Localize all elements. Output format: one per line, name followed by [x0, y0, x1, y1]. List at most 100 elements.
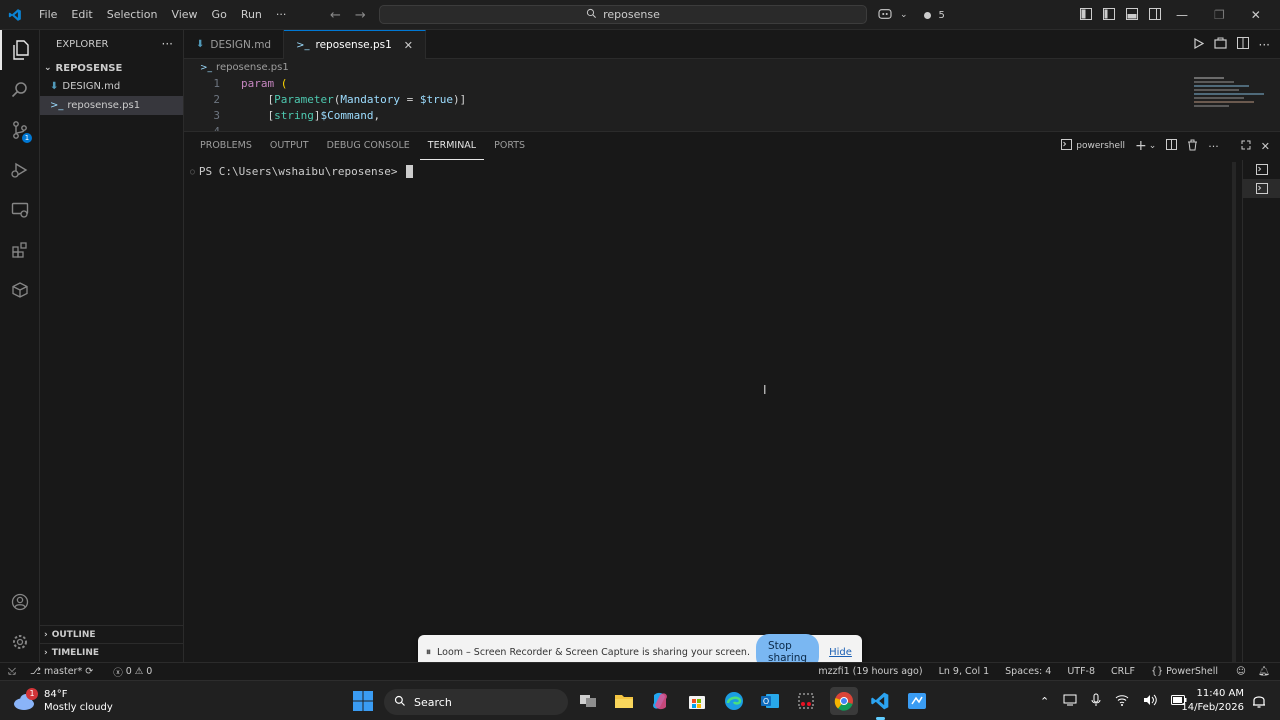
more-actions-icon[interactable]: ··· [1208, 140, 1219, 153]
folder-reposense[interactable]: ⌄ REPOSENSE [40, 59, 183, 77]
tray-volume-icon[interactable] [1143, 694, 1157, 709]
close-panel-icon[interactable]: ✕ [1261, 140, 1270, 153]
notification-center-icon[interactable] [1252, 693, 1266, 712]
menu-file[interactable]: File [32, 0, 64, 30]
microsoft-store-icon[interactable] [683, 687, 711, 715]
folder-label: REPOSENSE [55, 62, 123, 74]
minimize-icon[interactable]: — [1176, 8, 1188, 22]
menu-view[interactable]: View [164, 0, 204, 30]
close-tab-icon[interactable]: ✕ [404, 39, 413, 52]
encoding[interactable]: UTF-8 [1061, 663, 1101, 681]
problems-indicator[interactable]: ⓧ 0 ⚠ 0 [107, 663, 158, 681]
maximize-panel-icon[interactable] [1241, 140, 1251, 153]
remote-explorer-icon[interactable] [0, 190, 40, 230]
line-number: 3 [213, 109, 220, 122]
cursor-position[interactable]: Ln 9, Col 1 [933, 663, 996, 681]
timeline-section[interactable]: › TIMELINE [40, 643, 183, 661]
restore-icon[interactable]: ❐ [1214, 8, 1225, 22]
language-mode[interactable]: {} PowerShell [1145, 663, 1224, 681]
chrome-icon[interactable] [830, 687, 858, 715]
taskbar-search[interactable]: Search [384, 689, 568, 715]
tab-terminal[interactable]: TERMINAL [419, 132, 485, 160]
windows-start-icon[interactable] [349, 687, 377, 715]
split-terminal-icon[interactable] [1166, 139, 1178, 153]
run-icon[interactable] [1193, 37, 1204, 52]
minimap[interactable] [1194, 75, 1274, 125]
pause-icon[interactable]: ⏸ [426, 647, 431, 658]
code-editor[interactable]: >_ reposense.ps1 1 param ( 2 [Parameter(… [184, 59, 1280, 131]
menu-go[interactable]: Go [205, 0, 234, 30]
tray-microphone-icon[interactable] [1091, 693, 1101, 710]
trash-icon[interactable] [1187, 139, 1198, 154]
tab-output[interactable]: OUTPUT [262, 132, 317, 160]
task-view-icon[interactable] [574, 687, 602, 715]
breadcrumb[interactable]: >_ reposense.ps1 [184, 59, 1280, 76]
azure-data-studio-icon[interactable] [903, 687, 931, 715]
terminal-instance[interactable] [1243, 160, 1280, 179]
remote-indicator[interactable]: ⤩ [0, 663, 24, 681]
file-design-md[interactable]: ⬇ DESIGN.md [40, 77, 183, 96]
more-actions-icon[interactable]: ··· [1259, 38, 1270, 52]
tray-display-icon[interactable] [1063, 694, 1077, 709]
copilot-icon[interactable] [878, 8, 892, 23]
hide-link[interactable]: Hide [825, 647, 856, 658]
file-reposense-ps1[interactable]: >_ reposense.ps1 [40, 96, 183, 115]
tab-design-md[interactable]: ⬇ DESIGN.md [184, 30, 285, 59]
split-editor-icon[interactable] [1236, 37, 1249, 52]
toggle-secondary-sidebar-icon[interactable] [1149, 7, 1161, 23]
vscode-taskbar-icon[interactable] [866, 687, 894, 715]
toggle-sidebar-icon[interactable] [1103, 7, 1115, 23]
run-debug-icon[interactable] [0, 150, 40, 190]
file-explorer-icon[interactable] [610, 687, 638, 715]
explorer-icon[interactable] [0, 30, 40, 70]
toolbox-icon[interactable] [1213, 37, 1227, 52]
snipping-tool-icon[interactable] [792, 687, 820, 715]
tab-reposense-ps1[interactable]: >_ reposense.ps1 ✕ [284, 30, 427, 59]
tab-ports[interactable]: PORTS [486, 132, 533, 160]
terminal-instance[interactable] [1243, 179, 1280, 198]
more-actions-icon[interactable]: ··· [162, 37, 173, 51]
weather-widget[interactable]: 1 84°F Mostly cloudy [12, 685, 113, 717]
menu-run[interactable]: Run [234, 0, 269, 30]
tab-debug-console[interactable]: DEBUG CONSOLE [319, 132, 418, 160]
copilot-status-icon[interactable]: ☺ [1230, 663, 1252, 681]
toggle-panel-icon[interactable] [1126, 7, 1138, 23]
terminal-output[interactable]: ○ PS C:\Users\wshaibu\reposense> [190, 165, 414, 178]
menu-edit[interactable]: Edit [64, 0, 99, 30]
new-terminal-icon[interactable]: + [1135, 138, 1147, 154]
tab-problems[interactable]: PROBLEMS [192, 132, 260, 160]
terminal-shell-icon[interactable] [1061, 139, 1073, 153]
branch-indicator[interactable]: ⎇ master* ⟳ [24, 663, 99, 681]
terminal-shell-name[interactable]: powershell [1076, 141, 1125, 151]
outline-section[interactable]: › OUTLINE [40, 625, 183, 643]
terminal-scrollbar[interactable] [1232, 162, 1236, 662]
notifications-bell-icon[interactable]: 🔔︎ [1252, 663, 1276, 681]
git-blame[interactable]: mzzfi1 (19 hours ago) [812, 663, 928, 681]
indentation[interactable]: Spaces: 4 [999, 663, 1057, 681]
edge-icon[interactable] [720, 687, 748, 715]
copilot-app-icon[interactable] [646, 687, 674, 715]
error-count: 0 [125, 666, 132, 677]
close-window-icon[interactable]: ✕ [1251, 8, 1261, 22]
clock[interactable]: 11:40 AM 14/Feb/2026 [1181, 687, 1244, 715]
chevron-down-icon[interactable]: ⌄ [900, 10, 908, 20]
source-control-icon[interactable]: 1 [0, 110, 40, 150]
code-text: [string]$Command, [267, 109, 381, 122]
accounts-icon[interactable] [0, 582, 40, 622]
containers-icon[interactable] [0, 270, 40, 310]
extensions-icon[interactable] [0, 230, 40, 270]
tray-wifi-icon[interactable] [1115, 694, 1129, 709]
command-center-search[interactable]: reposense [379, 5, 867, 24]
menu-more[interactable]: ··· [269, 0, 294, 30]
search-icon[interactable] [0, 70, 40, 110]
line-number: 4 [184, 124, 224, 131]
forward-arrow-icon[interactable]: → [355, 8, 366, 23]
chevron-down-icon[interactable]: ⌄ [1149, 141, 1157, 151]
tray-chevron-up-icon[interactable]: ⌃ [1040, 695, 1049, 708]
outlook-icon[interactable]: O [756, 687, 784, 715]
end-of-line[interactable]: CRLF [1105, 663, 1141, 681]
layout-customize-icon[interactable] [1080, 7, 1092, 23]
menu-selection[interactable]: Selection [100, 0, 165, 30]
settings-gear-icon[interactable] [0, 622, 40, 662]
back-arrow-icon[interactable]: ← [330, 8, 341, 23]
